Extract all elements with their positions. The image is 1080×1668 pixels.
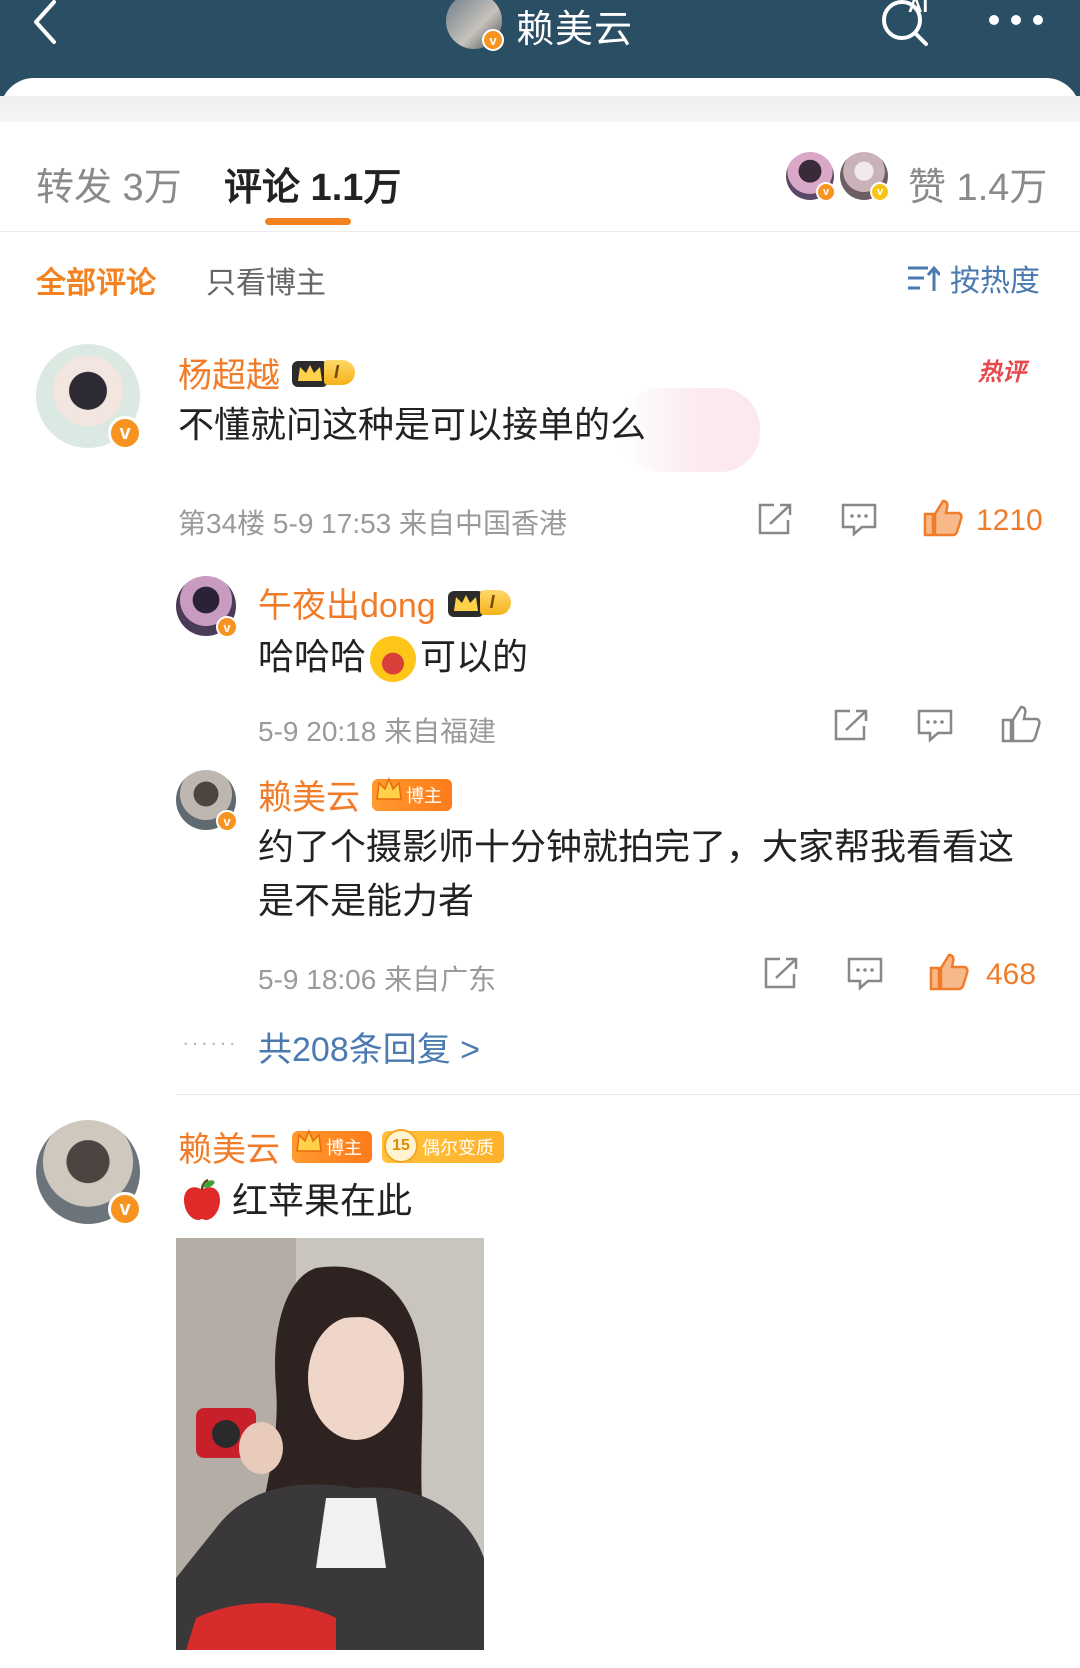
reply-text: 哈哈哈 可以的 [258,630,528,684]
host-badge: 博主 [292,1128,372,1163]
fan-badge: 15 偶尔变质 [382,1128,504,1163]
sort-icon [908,265,940,291]
like-icon[interactable] [1000,704,1042,744]
active-tab-indicator [265,218,351,225]
liker-avatar: v [840,152,890,202]
author-name: 午夜出dong [258,587,436,625]
replies-dots: ······ [182,1030,238,1055]
share-icon[interactable] [832,708,870,742]
reply-author[interactable]: 赖美云 博主 [258,770,452,819]
comment-author[interactable]: 赖美云 博主 15 偶尔变质 [178,1122,504,1171]
comment-text: 不懂就问这种是可以接单的么 [178,404,647,445]
sheet-shadow [0,96,1080,122]
avatar[interactable]: v [176,576,238,638]
reply-meta: 5-9 20:18 来自福建 [258,716,497,747]
avatar[interactable]: v [176,770,238,832]
back-arrow-icon[interactable] [28,0,68,46]
verified-badge-icon: v [108,416,142,450]
hot-comment-badge: 热评 [978,359,1026,386]
fan-badge-label: 偶尔变质 [422,1137,494,1158]
like-icon[interactable] [928,952,970,992]
like-count: 1210 [976,504,1043,537]
comment-text: 红苹果在此 [232,1180,413,1221]
comment-meta: 第34楼 5-9 17:53 来自中国香港 [178,508,568,539]
reply-icon[interactable] [916,708,954,744]
verified-badge-icon: v [108,1192,142,1226]
likers-avatars[interactable]: v v [786,152,894,202]
avatar[interactable]: v [36,344,142,450]
crown-icon [376,776,402,800]
author-name: 杨超越 [178,357,280,395]
filter-all-comments[interactable]: 全部评论 [36,258,156,302]
reply-icon[interactable] [840,502,878,538]
member-badge: I [290,357,356,389]
member-level: I [479,590,511,615]
tab-likes[interactable]: 赞 1.4万 [908,156,1047,211]
share-icon[interactable] [762,956,800,990]
member-level: I [324,360,356,385]
reply-meta: 5-9 18:06 来自广东 [258,964,497,995]
tab-repost[interactable]: 转发 3万 [36,156,182,211]
reply-text-part: 哈哈哈 [258,636,367,677]
view-all-replies-link[interactable]: 共208条回复 > [258,1022,480,1071]
comment-tabs: 转发 3万 评论 1.1万 v v 赞 1.4万 [0,122,1080,232]
member-badge: I [446,587,511,619]
like-icon[interactable] [922,498,964,538]
reply-text-part: 可以的 [420,636,529,677]
author-name: 赖美云 [258,779,360,817]
comment-filters: 全部评论 只看博主 按热度 [0,232,1080,322]
reply-author[interactable]: 午夜出dong I [258,578,511,627]
comment-author[interactable]: 杨超越 I [178,348,356,397]
photo-illustration [176,1238,484,1650]
host-badge-label: 博主 [406,785,442,806]
verified-badge-icon: v [216,810,238,832]
more-icon[interactable] [988,10,1048,30]
red-apple-icon [184,1178,220,1220]
reply-text: 约了个摄影师十分钟就拍完了，大家帮我看看这是不是能力者 [258,826,1015,921]
like-count: 468 [986,958,1037,991]
tab-comments[interactable]: 评论 1.1万 [224,156,401,211]
sort-label: 按热度 [950,265,1040,298]
page-title: 赖美云 [516,8,634,51]
title-block[interactable]: v 赖美云 [446,0,634,51]
fan-level: 15 [384,1128,418,1163]
title-avatar: v [446,0,504,51]
crown-icon [296,1128,322,1152]
verified-badge-icon: v [482,29,504,51]
author-name: 赖美云 [178,1131,280,1169]
verified-badge-icon: v [216,616,238,638]
reply-icon[interactable] [846,956,884,992]
comment-photo[interactable] [176,1238,484,1650]
comment-divider [176,1094,1080,1095]
filter-host-only[interactable]: 只看博主 [206,258,326,302]
verified-badge-icon: v [870,182,890,202]
host-badge-label: 博主 [326,1137,362,1158]
ai-search-icon[interactable]: AI [878,0,938,48]
share-icon[interactable] [756,502,794,536]
verified-badge-icon: v [816,182,836,202]
avatar[interactable]: v [36,1120,142,1226]
sort-by-hot-button[interactable]: 按热度 [906,256,1040,300]
host-badge: 博主 [372,776,452,811]
laugh-emoji-icon [370,636,417,683]
liker-avatar: v [786,152,836,202]
ai-label: AI [908,0,928,17]
